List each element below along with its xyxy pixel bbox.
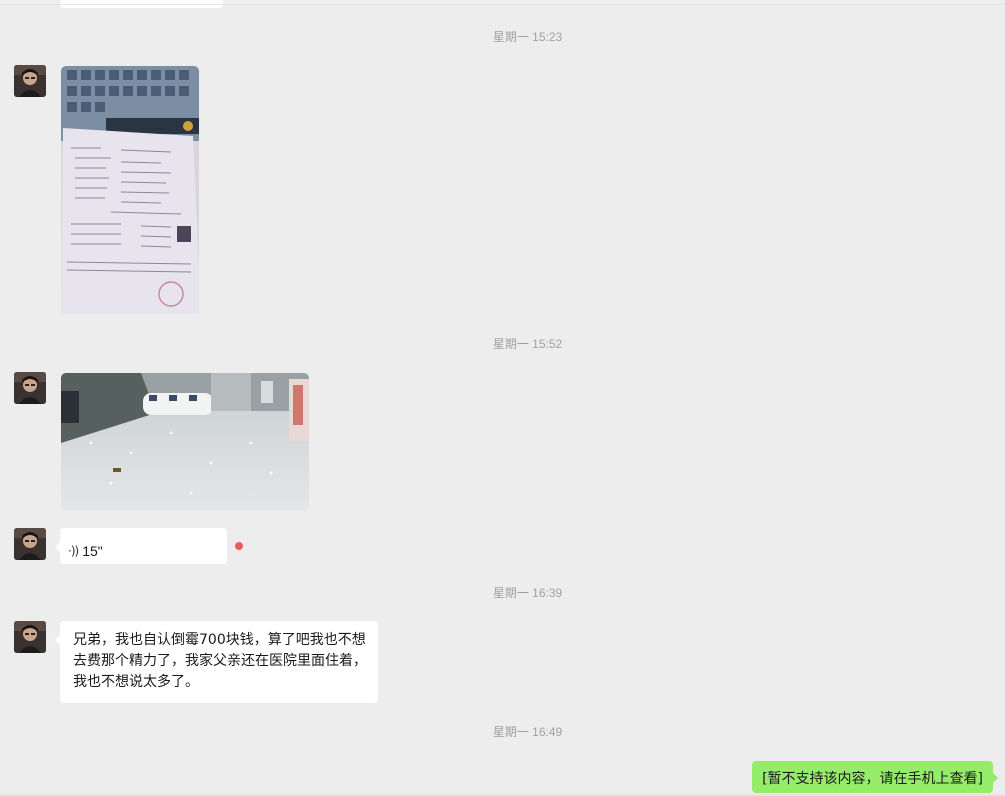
hall-photo[interactable] (61, 373, 309, 511)
timestamp: 星期一 16:39 (492, 586, 563, 600)
voice-duration: 15" (82, 542, 103, 559)
document-photo-image (61, 66, 199, 314)
text-message-bubble[interactable]: 兄弟，我也自认倒霉700块钱，算了吧我也不想去费那个精力了，我家父亲还在医院里面… (55, 621, 378, 703)
hall-photo-image (61, 373, 309, 511)
document-photo[interactable] (61, 66, 199, 314)
timestamp: 星期一 15:52 (492, 337, 563, 351)
avatar[interactable] (14, 621, 46, 653)
unread-dot (235, 542, 243, 550)
timestamp: 星期一 16:49 (492, 725, 563, 739)
divider (0, 4, 1005, 5)
sent-message-bubble[interactable]: [暂不支持该内容，请在手机上查看] (752, 761, 998, 793)
avatar[interactable] (14, 528, 46, 560)
avatar-image (14, 528, 46, 560)
timestamp: 星期一 15:23 (492, 30, 563, 44)
voice-message-bubble[interactable]: ·)) 15" (55, 528, 227, 564)
avatar-image (14, 621, 46, 653)
voice-wave-icon: ·)) (68, 543, 79, 558)
avatar-image (14, 372, 46, 404)
avatar[interactable] (14, 65, 46, 97)
avatar-image (14, 65, 46, 97)
avatar[interactable] (14, 372, 46, 404)
